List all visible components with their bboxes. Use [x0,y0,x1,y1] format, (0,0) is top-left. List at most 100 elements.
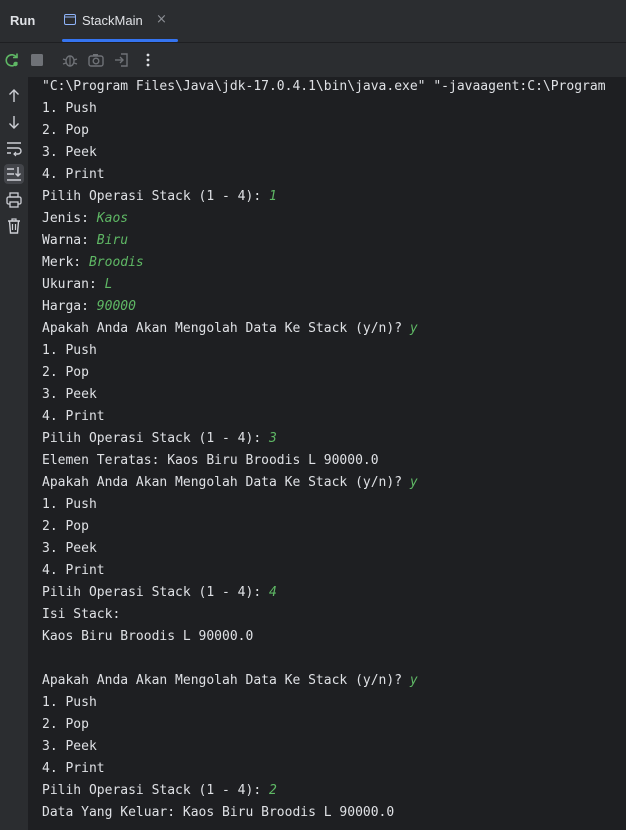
console-line: Apakah Anda Akan Mengolah Data Ke Stack … [42,472,626,494]
screenshot-icon[interactable] [87,51,105,69]
console-line: 1. Push [42,494,626,516]
console-output-text: Apakah Anda Akan Mengolah Data Ke Stack … [42,475,410,490]
console-line: Pilih Operasi Stack (1 - 4): 1 [42,186,626,208]
console-line: 4. Print [42,560,626,582]
tab-selected-indicator [62,39,178,42]
console-output-text: Isi Stack: [42,607,121,622]
console-line: Kaos Biru Broodis L 90000.0 [42,626,626,648]
debug-icon[interactable] [61,51,79,69]
console-user-input: 3 [268,431,277,446]
console-output-text: 1. Push [42,101,97,116]
console-line: Jenis: Kaos [42,208,626,230]
stop-icon[interactable] [28,51,46,69]
console-output-text: "C:\Program Files\Java\jdk-17.0.4.1\bin\… [42,79,606,94]
arrow-up-icon[interactable] [4,86,24,106]
console-tab-icon [64,14,76,25]
trash-icon[interactable] [4,216,24,236]
console-user-input: y [409,321,418,336]
tab-close-icon[interactable]: × [156,12,167,27]
console-line: Pilih Operasi Stack (1 - 4): 2 [42,780,626,802]
console-output-text: 3. Peek [42,541,97,556]
console-line: 4. Print [42,164,626,186]
console-line: 4. Print [42,758,626,780]
console-user-input: 2 [268,783,277,798]
console-output[interactable]: "C:\Program Files\Java\jdk-17.0.4.1\bin\… [42,77,626,830]
console-output-text: Jenis: [42,211,97,226]
console-output-text: Apakah Anda Akan Mengolah Data Ke Stack … [42,673,410,688]
arrow-down-icon[interactable] [4,112,24,132]
console-user-input: y [409,475,418,490]
console-side-toolbar [0,77,28,830]
run-toolbar [0,43,626,77]
console-output-text: Pilih Operasi Stack (1 - 4): [42,585,269,600]
console-output-text: 2. Pop [42,717,89,732]
print-icon[interactable] [4,190,24,210]
console-output-text: 1. Push [42,497,97,512]
console-user-input: Kaos [96,211,129,226]
more-icon[interactable] [139,51,157,69]
console-user-input: 4 [268,585,277,600]
console-output-text: Elemen Teratas: Kaos Biru Broodis L 9000… [42,453,379,468]
rerun-icon[interactable] [3,51,21,69]
console-output-text: Apakah Anda Akan Mengolah Data Ke Stack … [42,321,410,336]
console-output-text: Ukuran: [42,277,105,292]
console-output-text: 1. Push [42,695,97,710]
console-output-text: 2. Pop [42,365,89,380]
console-output-text: 3. Peek [42,145,97,160]
console-output-text: Kaos Biru Broodis L 90000.0 [42,629,254,644]
console-output-text: 4. Print [42,563,105,578]
console-line: Harga: 90000 [42,296,626,318]
console-output-text: 4. Print [42,167,105,182]
scroll-to-end-icon[interactable] [4,164,24,184]
console-output-text: 1. Push [42,343,97,358]
console-output-text: 4. Print [42,409,105,424]
tab-stackmain[interactable]: StackMain × [52,0,178,42]
console-line: 2. Pop [42,714,626,736]
console-output-text: Harga: [42,299,97,314]
console-user-input: 90000 [96,299,136,314]
console-line: 4. Print [42,406,626,428]
console-line: 1. Push [42,340,626,362]
console-line: Apakah Anda Akan Mengolah Data Ke Stack … [42,318,626,340]
console-line: 3. Peek [42,538,626,560]
exit-icon[interactable] [113,51,131,69]
console-output-text: Pilih Operasi Stack (1 - 4): [42,431,269,446]
console-output-text: 2. Pop [42,519,89,534]
console-output-text: Pilih Operasi Stack (1 - 4): [42,783,269,798]
console-line: Merk: Broodis [42,252,626,274]
console-output-text: 3. Peek [42,739,97,754]
console-line: 1. Push [42,692,626,714]
console-line: 3. Peek [42,142,626,164]
console-line: Isi Stack: [42,604,626,626]
console-output-text: Merk: [42,255,89,270]
console-output-text: Pilih Operasi Stack (1 - 4): [42,189,269,204]
console-user-input: 1 [268,189,277,204]
console-line: 2. Pop [42,516,626,538]
console-line: Ukuran: L [42,274,626,296]
console-line: "C:\Program Files\Java\jdk-17.0.4.1\bin\… [42,77,626,98]
console-output-text: Data Yang Keluar: Kaos Biru Broodis L 90… [42,805,395,820]
console-line: Warna: Biru [42,230,626,252]
console-output-text: Warna: [42,233,97,248]
console-line: 3. Peek [42,384,626,406]
console-line: 1. Push [42,98,626,120]
console-line: Pilih Operasi Stack (1 - 4): 4 [42,582,626,604]
console-line: Data Yang Keluar: Kaos Biru Broodis L 90… [42,802,626,824]
console-output-text: 3. Peek [42,387,97,402]
console-user-input: Broodis [88,255,144,270]
console-user-input: y [409,673,418,688]
run-tool-window-header: Run StackMain × [0,0,626,43]
console-line: Elemen Teratas: Kaos Biru Broodis L 9000… [42,450,626,472]
console-output-text: 4. Print [42,761,105,776]
run-panel-label[interactable]: Run [10,13,35,28]
console-line: Pilih Operasi Stack (1 - 4): 3 [42,428,626,450]
console-user-input: L [104,277,113,292]
console-line: 3. Peek [42,736,626,758]
console-user-input: Biru [96,233,129,248]
console-line: 2. Pop [42,362,626,384]
console-line: 2. Pop [42,120,626,142]
soft-wrap-icon[interactable] [4,138,24,158]
console-line: Apakah Anda Akan Mengolah Data Ke Stack … [42,670,626,692]
console-output-text: 2. Pop [42,123,89,138]
